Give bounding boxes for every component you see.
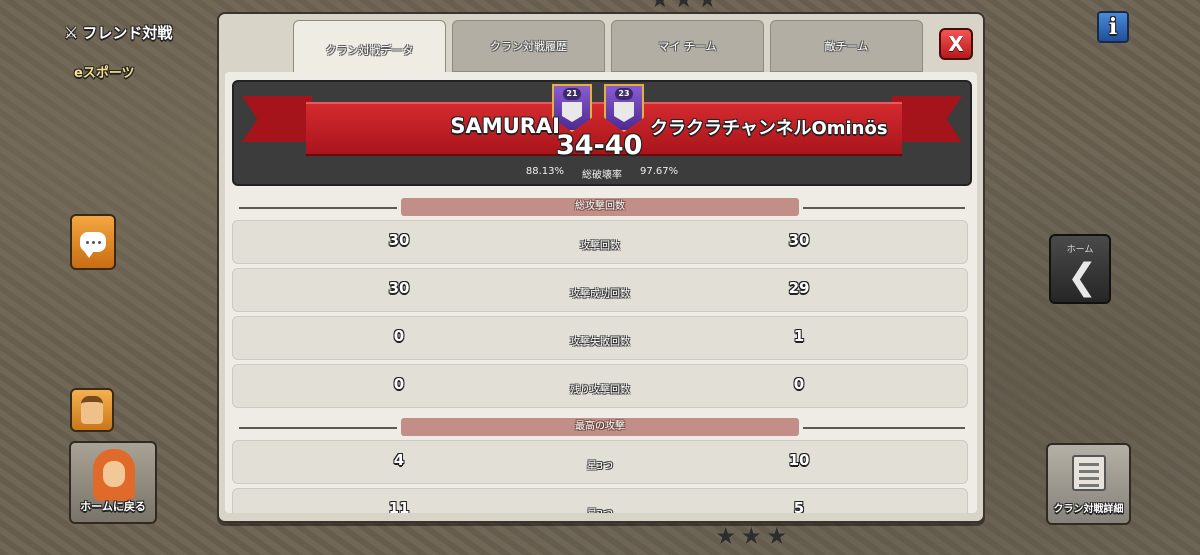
stat-label: 星2つ [233, 505, 967, 513]
divider [239, 427, 397, 429]
esports-label: eスポーツ [74, 66, 135, 81]
divider [803, 427, 965, 429]
stat-label: 星3つ [586, 461, 614, 472]
stat-row: 4 星3つ 10 [232, 440, 968, 484]
stat-row: 30 攻撃回数 30 [232, 220, 968, 264]
chat-icon [80, 232, 106, 258]
destruction-label: 総破壊率 [582, 170, 622, 181]
close-button[interactable]: X [939, 28, 973, 60]
section-title: 総攻撃回数 [401, 198, 799, 216]
tab-my-team[interactable]: マイ チーム [611, 20, 764, 72]
stat-right-value: 29 [788, 279, 810, 297]
chat-button[interactable] [70, 214, 116, 270]
stars-bottom-decoration: ★★★ [715, 522, 792, 550]
builder-icon [81, 396, 103, 424]
builder-button[interactable] [70, 388, 114, 432]
stat-row: 0 残り攻撃回数 0 [232, 364, 968, 408]
ribbon-tail-left [242, 96, 312, 142]
war-details-button[interactable]: クラン対戦詳細 [1046, 443, 1131, 525]
friendly-war-label: フレンド対戦 [82, 24, 173, 42]
destruction-row: 88.13% 総破壊率 97.67% [234, 166, 970, 181]
crossed-swords-icon: ⚔ [64, 23, 79, 42]
chevron-left-icon: ❮ [1067, 257, 1098, 298]
stat-label: 攻撃失敗回数 [570, 337, 630, 348]
stat-row: 30 攻撃成功回数 29 [232, 268, 968, 312]
destruction-right: 97.67% [640, 166, 679, 177]
return-home-button[interactable]: ホームに戻る [69, 441, 157, 524]
clan-badge-right: 23 [604, 84, 644, 136]
clan-level-left: 21 [563, 88, 581, 100]
tab-enemy-team[interactable]: 敵チーム [770, 20, 923, 72]
document-icon [1072, 455, 1106, 491]
stat-row: 0 攻撃失敗回数 1 [232, 316, 968, 360]
clan-name-left: SAMURAI [450, 114, 560, 138]
divider [803, 207, 965, 209]
stat-label: 攻撃回数 [580, 241, 620, 252]
stat-right-value: 0 [793, 375, 805, 393]
clan-level-right: 23 [615, 88, 633, 100]
war-details-label: クラン対戦詳細 [1053, 504, 1124, 515]
stat-row: 11 星2つ 5 [232, 488, 968, 513]
stat-label: 攻撃成功回数 [570, 289, 630, 300]
close-icon: X [948, 32, 964, 56]
stat-right-value: 5 [793, 499, 805, 513]
info-button[interactable]: i [1097, 11, 1129, 43]
return-home-label: ホームに戻る [80, 500, 146, 513]
tab-bar: クラン対戦データ クラン対戦履歴 マイ チーム 敵チーム [293, 20, 923, 80]
stat-right-value: 10 [788, 451, 810, 469]
home-side-button[interactable]: ホーム ❮ [1049, 234, 1111, 304]
tab-war-log[interactable]: クラン対戦履歴 [452, 20, 605, 72]
home-side-label: ホーム [1066, 245, 1094, 255]
tab-war-data[interactable]: クラン対戦データ [293, 20, 446, 80]
stat-right-value: 1 [793, 327, 805, 345]
war-stats-panel: クラン対戦データ クラン対戦履歴 マイ チーム 敵チーム X 21 23 SAM… [217, 12, 985, 523]
panel-content: 21 23 SAMURAI クラクラチャンネルOminös 34-40 88.1… [225, 72, 977, 513]
section-header: 総攻撃回数 [225, 198, 977, 218]
hero-portrait-icon [93, 449, 135, 501]
friendly-war-title: ⚔ フレンド対戦 [64, 22, 172, 43]
stat-right-value: 30 [788, 231, 810, 249]
destruction-left: 88.13% [525, 166, 564, 177]
stat-label: 残り攻撃回数 [570, 385, 630, 396]
divider [239, 207, 397, 209]
ribbon-tail-right [892, 96, 962, 142]
clan-name-right: クラクラチャンネルOminös [650, 118, 888, 139]
war-score: 34-40 [556, 130, 643, 161]
info-icon: i [1108, 14, 1118, 40]
section-title: 最高の攻撃 [401, 418, 799, 436]
section-header: 最高の攻撃 [225, 418, 977, 438]
war-header: 21 23 SAMURAI クラクラチャンネルOminös 34-40 88.1… [232, 80, 972, 186]
